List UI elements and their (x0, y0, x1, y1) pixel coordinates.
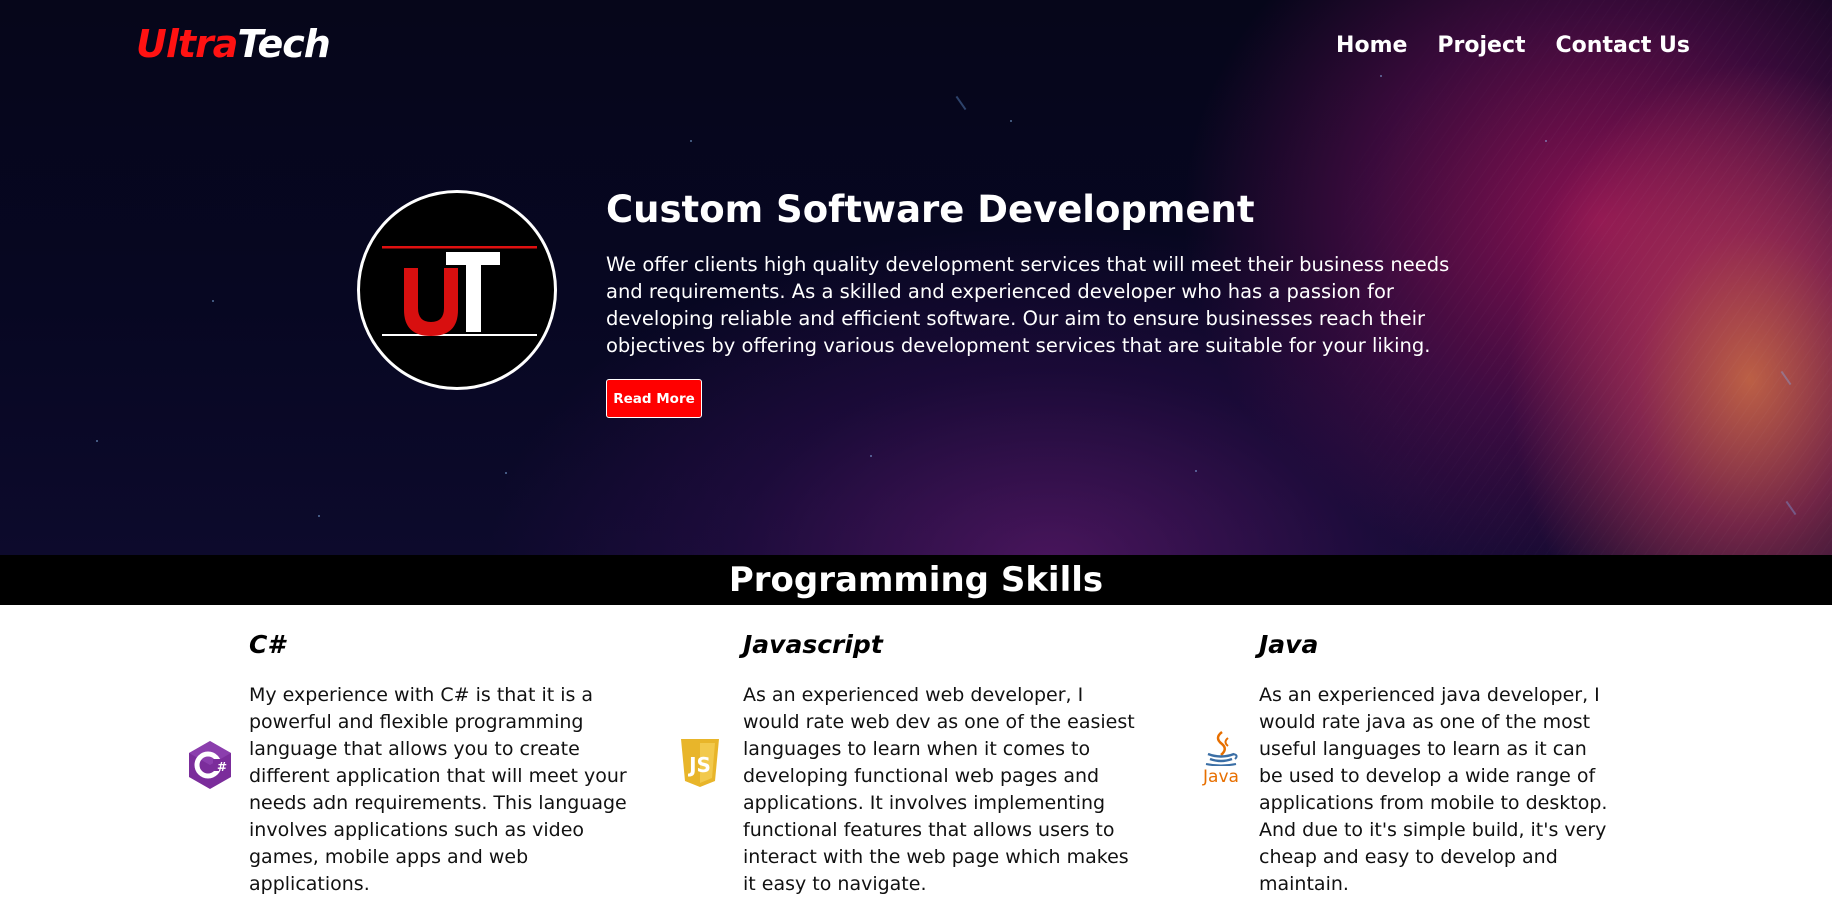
star-dot (212, 300, 214, 302)
nav-home-link[interactable]: Home (1336, 33, 1407, 58)
star-dot (1380, 75, 1382, 77)
csharp-icon: # (187, 740, 233, 794)
nav-contact-link[interactable]: Contact Us (1556, 33, 1690, 58)
skill-title-javascript: Javascript (743, 630, 883, 659)
java-icon-label: Java (1203, 767, 1239, 787)
brand-logo[interactable]: UltraTech (136, 22, 331, 66)
star-dot (318, 515, 320, 517)
star-dot (1010, 120, 1012, 122)
hero-content: Custom Software Development We offer cli… (606, 187, 1486, 359)
skills-heading-bar: Programming Skills (0, 555, 1832, 605)
star-dot (1195, 470, 1197, 472)
skill-card-javascript: Javascript As an experienced web develop… (743, 630, 1138, 898)
skill-text-java: As an experienced java developer, I woul… (1259, 684, 1608, 895)
ut-logo-graphic (382, 246, 537, 336)
star-dot (690, 140, 692, 142)
main-nav: Home Project Contact Us (1336, 33, 1690, 58)
star-dot (505, 472, 507, 474)
svg-text:JS: JS (687, 753, 711, 777)
ut-logo-emblem (357, 190, 557, 390)
java-icon: Java (1200, 730, 1242, 787)
read-more-button[interactable]: Read More (606, 379, 702, 418)
nav-project-link[interactable]: Project (1437, 33, 1525, 58)
skill-title-csharp: C# (249, 630, 285, 659)
hero-description: We offer clients high quality developmen… (606, 253, 1450, 357)
skill-card-csharp: C# My experience with C# is that it is a… (249, 630, 631, 898)
star-dot (96, 440, 98, 442)
skill-text-javascript: As an experienced web developer, I would… (743, 684, 1135, 895)
brand-logo-tech: Tech (237, 22, 330, 66)
skill-title-java: Java (1259, 630, 1319, 659)
star-dot (1545, 140, 1547, 142)
star-dot (870, 455, 872, 457)
skills-heading: Programming Skills (728, 560, 1104, 600)
skill-card-java: Java As an experienced java developer, I… (1259, 630, 1614, 898)
javascript-icon: JS (679, 738, 721, 792)
hero-section: UltraTech Home Project Contact Us Custom… (0, 0, 1832, 555)
brand-logo-ultra: Ultra (136, 22, 238, 66)
svg-text:#: # (217, 760, 227, 774)
skill-text-csharp: My experience with C# is that it is a po… (249, 684, 627, 895)
hero-title: Custom Software Development (606, 188, 1255, 231)
java-cup-graphic (1205, 731, 1238, 767)
